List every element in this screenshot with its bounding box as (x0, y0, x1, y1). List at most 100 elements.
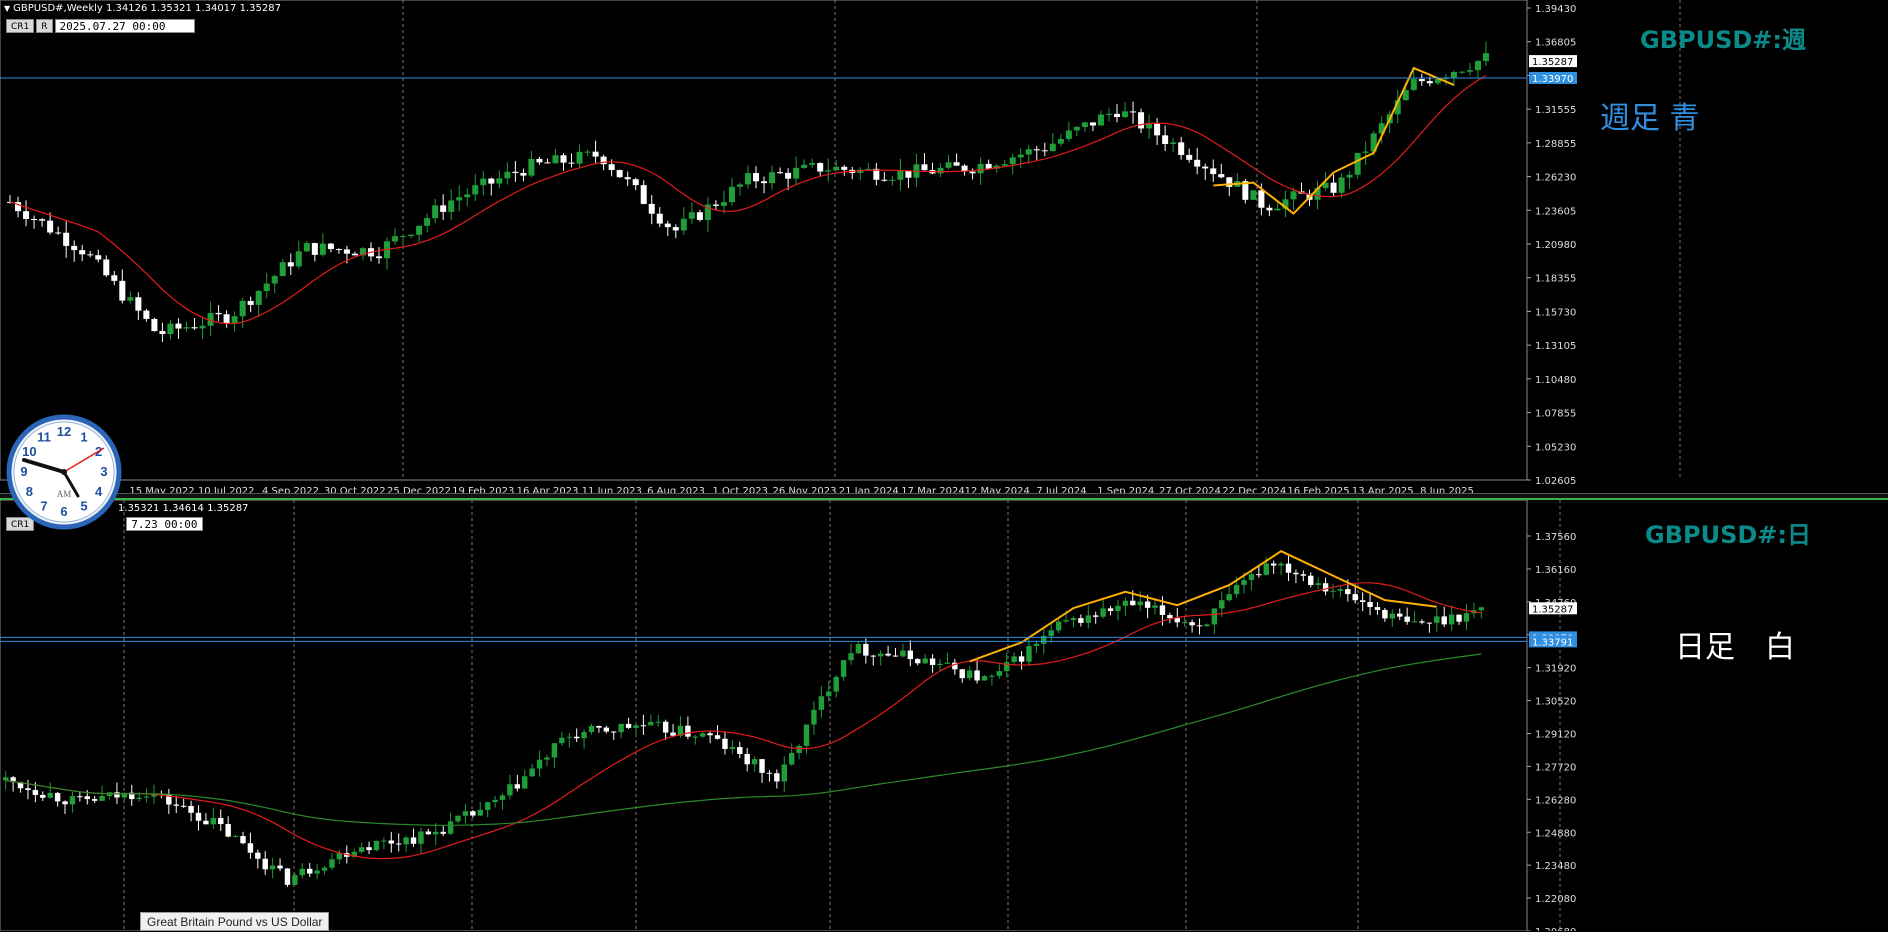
candle-body-35 (262, 858, 268, 870)
weekly-chart[interactable]: 1.394301.368051.341801.315551.288551.262… (0, 0, 1888, 493)
candle-body-19 (159, 331, 166, 335)
candle-body-166 (1338, 177, 1345, 193)
candle-body-105 (781, 764, 787, 782)
price-label-10: 1.13105 (1535, 341, 1576, 352)
candle-body-15 (114, 792, 120, 798)
daily-date-box[interactable]: 7.23 00:00 (126, 517, 203, 531)
date-label-2: 4 Sep 2022 (262, 486, 319, 493)
candle-body-123 (915, 659, 921, 664)
price-label-9: 1.15730 (1535, 307, 1576, 318)
candle-body-92 (685, 725, 691, 737)
candle-body-132 (981, 676, 988, 681)
candle-body-42 (343, 249, 350, 254)
candle-body-15 (127, 297, 134, 301)
candle-body-110 (889, 179, 896, 181)
candle-body-7 (63, 232, 70, 246)
candle-body-76 (566, 736, 572, 738)
candle-body-136 (1011, 656, 1017, 663)
candle-body-167 (1346, 174, 1353, 178)
candle-body-146 (1085, 615, 1092, 623)
candle-body-21 (175, 323, 182, 329)
candle-body-143 (1154, 122, 1161, 136)
candle-body-134 (996, 671, 1003, 676)
candle-body-181 (1458, 71, 1465, 73)
daily-chart-pane[interactable]: 1.375601.361601.347601.333201.319201.305… (0, 500, 1888, 931)
candle-body-116 (863, 643, 869, 656)
candle-body-109 (811, 709, 817, 725)
candle-body-94 (700, 733, 706, 737)
date-label-10: 26 Nov 2023 (772, 486, 836, 493)
candle-body-37 (303, 243, 310, 252)
hline-label-1: 1.33791 (1532, 637, 1573, 648)
candle-body-147 (1186, 154, 1193, 160)
candle-body-100 (744, 753, 750, 765)
candle-body-156 (1258, 190, 1265, 208)
candle-body-187 (1389, 613, 1396, 619)
candle-body-30 (247, 300, 254, 305)
candle-body-196 (1456, 614, 1462, 622)
candle-body-155 (1250, 190, 1257, 200)
candle-body-95 (707, 733, 713, 736)
weekly-date-box[interactable]: 2025.07.27 00:00 (54, 19, 195, 33)
candle-body-144 (1162, 135, 1169, 144)
candle-body-96 (777, 172, 784, 174)
candle-body-130 (966, 670, 973, 679)
collapse-triangle-icon[interactable]: ▼ (4, 4, 10, 13)
candle-body-12 (103, 259, 110, 276)
candle-body-104 (774, 773, 780, 782)
candle-body-134 (1081, 122, 1088, 128)
date-label-13: 12 May 2024 (965, 486, 1030, 493)
candle-body-39 (292, 875, 298, 885)
candle-body-28 (210, 817, 217, 825)
candle-body-81 (656, 213, 663, 224)
ma-green-line (5, 653, 1482, 826)
candle-body-78 (632, 179, 639, 186)
candle-body-182 (1352, 594, 1358, 601)
candle-body-3 (25, 788, 31, 790)
candle-body-192 (1426, 622, 1433, 624)
candle-body-97 (785, 172, 792, 179)
weekly-chart-pane[interactable]: 1.394301.368051.341801.315551.288551.262… (0, 0, 1888, 493)
candle-body-158 (1174, 618, 1180, 623)
candle-body-183 (1474, 60, 1481, 71)
candle-body-50 (373, 840, 380, 851)
clock-number-7: 7 (40, 499, 47, 514)
candle-body-163 (1211, 608, 1218, 625)
candle-body-157 (1266, 207, 1273, 211)
cr1-button[interactable]: CR1 (6, 19, 35, 33)
date-label-17: 22 Dec 2024 (1222, 486, 1286, 493)
candle-body-184 (1482, 53, 1489, 61)
candle-body-177 (1315, 583, 1321, 585)
price-label-12: 1.07855 (1535, 409, 1576, 420)
candle-body-79 (640, 185, 647, 204)
candle-body-169 (1362, 151, 1369, 153)
candle-body-136 (1097, 114, 1104, 126)
candle-body-40 (327, 243, 334, 250)
candle-body-48 (358, 847, 365, 852)
candle-body-116 (937, 167, 944, 174)
weekly-note: 週足 青 (1600, 101, 1700, 136)
candle-body-96 (714, 735, 721, 739)
candle-body-24 (199, 325, 206, 329)
candle-body-130 (1049, 143, 1056, 152)
candle-body-83 (618, 723, 624, 733)
candle-body-131 (1057, 138, 1064, 144)
candle-body-175 (1410, 79, 1417, 91)
candle-body-121 (977, 163, 984, 174)
candle-body-195 (1448, 614, 1455, 625)
candle-body-28 (231, 316, 238, 324)
candle-body-179 (1330, 590, 1336, 592)
candle-body-53 (395, 843, 402, 845)
pane-divider[interactable] (0, 493, 1888, 500)
candle-body-149 (1107, 608, 1114, 611)
candle-body-34 (279, 262, 286, 277)
candle-body-70 (568, 162, 575, 164)
candle-body-103 (833, 166, 840, 171)
candle-body-92 (744, 173, 752, 185)
candle-body-85 (688, 212, 695, 219)
daily-chart[interactable]: 1.375601.361601.347601.333201.319201.305… (0, 500, 1888, 931)
date-label-6: 16 Apr 2023 (517, 486, 579, 493)
candle-body-162 (1204, 624, 1210, 627)
r-button[interactable]: R (36, 19, 53, 33)
candle-body-3 (31, 218, 38, 220)
